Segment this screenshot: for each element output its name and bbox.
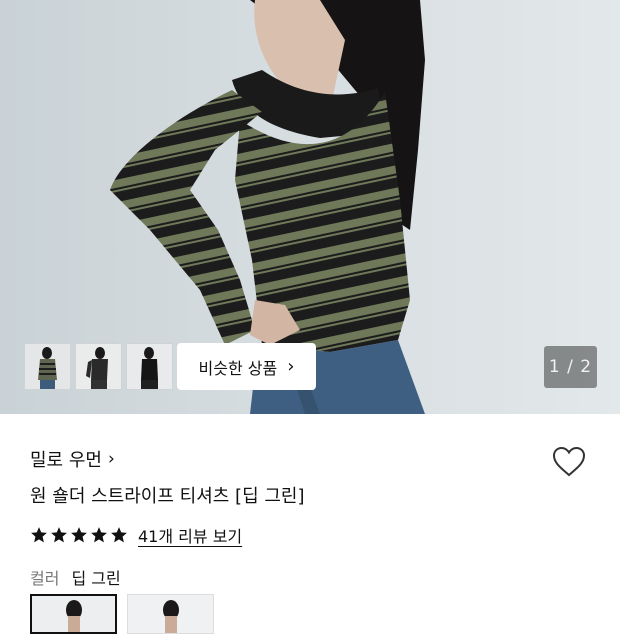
color-swatch-black[interactable] — [127, 594, 214, 634]
color-row: 컬러 딥 그린 — [30, 565, 121, 589]
thumbnail-3[interactable] — [126, 343, 173, 390]
similar-products-button[interactable]: 비슷한 상품 › — [177, 343, 316, 390]
star-rating — [30, 526, 128, 544]
brand-link[interactable]: 밀로 우먼 › — [30, 446, 115, 472]
image-pager: 1 / 2 — [544, 346, 597, 388]
rating-row: 41개 리뷰 보기 — [30, 523, 242, 547]
thumbnail-1[interactable] — [24, 343, 71, 390]
star-filled-icon — [51, 527, 67, 543]
color-swatch-list — [30, 594, 214, 634]
chevron-right-icon: › — [287, 355, 295, 377]
chevron-right-icon: › — [107, 449, 115, 469]
thumbnail-2-image — [76, 344, 121, 389]
thumbnail-3-image — [127, 344, 172, 389]
thumbnail-2[interactable] — [75, 343, 122, 390]
swatch-image — [32, 596, 115, 632]
star-filled-icon — [91, 527, 107, 543]
star-filled-icon — [111, 527, 127, 543]
color-value: 딥 그린 — [71, 569, 121, 588]
star-filled-icon — [71, 527, 87, 543]
product-title: 원 숄더 스트라이프 티셔츠 [딥 그린] — [30, 486, 305, 507]
star-filled-icon — [31, 527, 47, 543]
product-main-image[interactable]: 비슷한 상품 › 1 / 2 — [0, 0, 620, 414]
swatch-image — [128, 595, 213, 633]
similar-products-label: 비슷한 상품 — [198, 358, 278, 378]
brand-name: 밀로 우먼 — [30, 450, 102, 471]
thumbnail-1-image — [25, 344, 70, 389]
heart-outline-icon[interactable] — [551, 444, 587, 480]
thumbnail-strip — [24, 343, 173, 390]
review-link[interactable]: 41개 리뷰 보기 — [138, 523, 242, 547]
color-swatch-deep-green[interactable] — [30, 594, 117, 634]
color-label: 컬러 — [30, 569, 60, 588]
